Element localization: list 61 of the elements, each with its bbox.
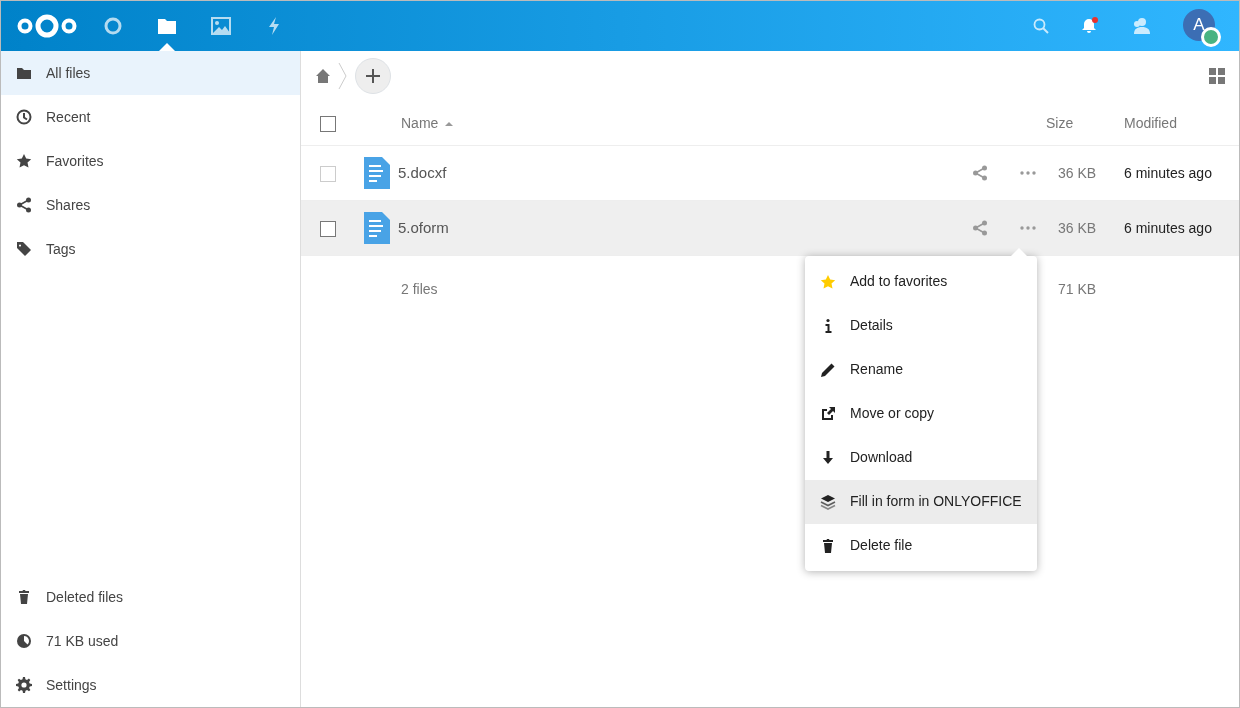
pie-chart-icon: [16, 633, 32, 649]
share-icon: [16, 197, 32, 213]
trash-icon: [820, 537, 836, 554]
menu-item[interactable]: Delete file: [805, 523, 1037, 568]
menu-item[interactable]: Details: [805, 303, 1037, 348]
document-icon: [363, 212, 391, 244]
menu-item[interactable]: Rename: [805, 347, 1037, 392]
trash-icon: [16, 589, 32, 605]
external-link-icon: [820, 405, 836, 422]
menu-item[interactable]: Download: [805, 435, 1037, 480]
column-header[interactable]: Size: [1046, 112, 1124, 134]
file-name[interactable]: 5.oform: [398, 216, 972, 240]
clock-icon: [16, 109, 32, 125]
folder-icon: [157, 16, 177, 36]
more-options-icon[interactable]: [1020, 171, 1036, 175]
file-size: 36 KB: [1058, 218, 1098, 238]
column-header[interactable]: Name: [401, 112, 1046, 134]
breadcrumb-separator-icon: [338, 61, 348, 91]
menu-item[interactable]: Fill in form in ONLYOFFICE: [805, 479, 1037, 524]
layers-icon: [820, 493, 836, 510]
file-count: 2 files: [401, 279, 438, 299]
sidebar-item[interactable]: Deleted files: [1, 575, 300, 619]
star-icon: [820, 273, 836, 290]
sidebar-item[interactable]: Shares: [1, 183, 300, 227]
menu-item[interactable]: Move or copy: [805, 391, 1037, 436]
download-icon: [820, 449, 836, 466]
checkbox[interactable]: [320, 115, 336, 132]
sidebar-item[interactable]: Favorites: [1, 139, 300, 183]
modified-time: 6 minutes ago: [1124, 218, 1213, 238]
circle-icon: [103, 16, 123, 36]
sidebar-item[interactable]: Settings: [1, 663, 300, 707]
sidebar-item[interactable]: 71 KB used: [1, 619, 300, 663]
share-icon[interactable]: [972, 165, 988, 181]
file-size: 36 KB: [1058, 163, 1098, 183]
sidebar-item[interactable]: Recent: [1, 95, 300, 139]
contacts-icon[interactable]: [1131, 17, 1151, 35]
share-icon[interactable]: [972, 220, 988, 236]
menu-item[interactable]: Add to favorites: [805, 259, 1037, 304]
file-name[interactable]: 5.docxf: [398, 161, 972, 185]
star-icon: [16, 153, 32, 169]
plus-icon: [366, 69, 380, 83]
tag-icon: [16, 241, 32, 257]
pencil-icon: [820, 361, 836, 378]
search-icon[interactable]: [1033, 18, 1049, 34]
column-header[interactable]: Modified: [1124, 112, 1239, 134]
new-button[interactable]: [355, 58, 391, 94]
checkbox[interactable]: [320, 165, 336, 182]
total-size: 71 KB: [1058, 279, 1098, 299]
grid-view-icon[interactable]: [1209, 68, 1225, 84]
folder-icon: [16, 65, 32, 81]
sort-ascending-icon[interactable]: [445, 120, 454, 126]
sidebar-item[interactable]: Tags: [1, 227, 300, 271]
more-options-icon[interactable]: [1020, 226, 1036, 230]
notification-bell-icon[interactable]: [1081, 17, 1099, 35]
document-icon: [363, 157, 391, 189]
home-icon[interactable]: [315, 68, 331, 84]
image-icon: [211, 16, 231, 36]
modified-time: 6 minutes ago: [1124, 163, 1213, 183]
sidebar-item[interactable]: All files: [1, 51, 300, 95]
checkbox[interactable]: [320, 220, 336, 237]
settings-icon: [16, 677, 32, 693]
